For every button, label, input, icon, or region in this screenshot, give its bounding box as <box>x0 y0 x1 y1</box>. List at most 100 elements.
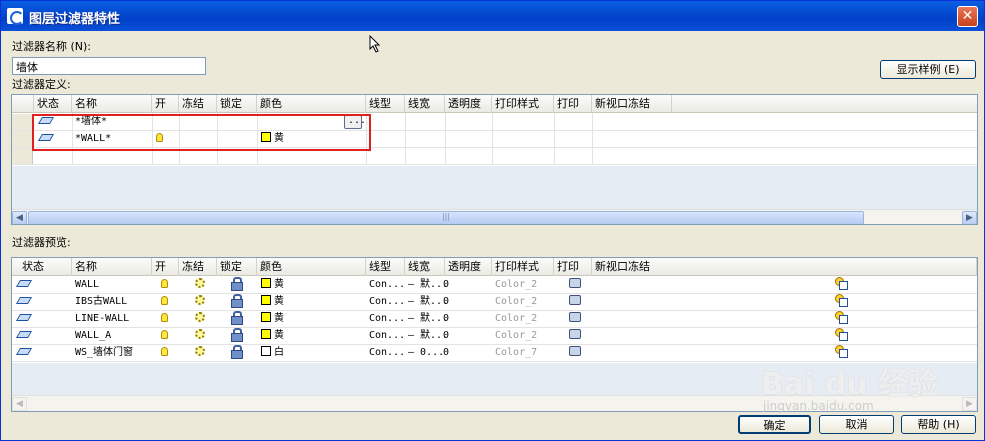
plot-style: Color_2 <box>495 296 538 307</box>
lineweight[interactable]: — 0... <box>405 345 444 361</box>
horizontal-scrollbar[interactable]: ◀ ||| ▶ <box>12 209 977 224</box>
transparency[interactable]: 0 <box>440 277 449 293</box>
col-transparency[interactable]: 透明度 <box>445 258 492 276</box>
freeze-sun-icon[interactable] <box>192 328 205 344</box>
close-button[interactable]: ✕ <box>957 6 978 27</box>
printer-icon[interactable] <box>566 328 581 344</box>
col-freeze[interactable]: 冻结 <box>179 95 217 113</box>
color-label: 白 <box>274 347 284 358</box>
on-bulb-icon[interactable] <box>158 311 168 327</box>
definition-header: 状态 名称 开 冻结 锁定 颜色 线型 线宽 透明度 打印样式 打印 新视口冻结 <box>12 95 977 113</box>
on-bulb-icon[interactable] <box>158 294 168 310</box>
preview-row[interactable]: LINE-WALL 黄 Con... — 默... 0 Color_2 <box>12 311 977 328</box>
col-color[interactable]: 颜色 <box>257 95 366 113</box>
col-lineweight[interactable]: 线宽 <box>405 95 445 113</box>
preview-header: 状态 名称 开 冻结 锁定 颜色 线型 线宽 透明度 打印样式 打印 新视口冻结 <box>12 258 977 276</box>
freeze-sun-icon[interactable] <box>192 311 205 327</box>
vp-freeze-icon[interactable] <box>832 311 848 327</box>
col-lock[interactable]: 锁定 <box>217 258 257 276</box>
freeze-sun-icon[interactable] <box>192 277 205 293</box>
col-on[interactable]: 开 <box>152 95 179 113</box>
color-cell[interactable]: 黄 <box>258 277 284 293</box>
vp-freeze-icon[interactable] <box>832 294 848 310</box>
preview-row[interactable]: WALL_A 黄 Con... — 默... 0 Color_2 <box>12 328 977 345</box>
scroll-right-button[interactable]: ▶ <box>962 397 977 411</box>
unlock-icon[interactable] <box>228 345 243 361</box>
on-bulb-icon[interactable] <box>158 345 168 361</box>
filter-definition-grid[interactable]: 状态 名称 开 冻结 锁定 颜色 线型 线宽 透明度 打印样式 打印 新视口冻结… <box>11 94 978 225</box>
transparency[interactable]: 0 <box>440 328 449 344</box>
vp-freeze-icon[interactable] <box>832 328 848 344</box>
freeze-sun-icon[interactable] <box>192 345 205 361</box>
col-lock[interactable]: 锁定 <box>217 95 257 113</box>
col-vp-freeze[interactable]: 新视口冻结 <box>592 95 672 113</box>
layer-name[interactable]: WALL_A <box>72 328 111 344</box>
layer-name[interactable]: WS_墙体门窗 <box>72 345 133 361</box>
unlock-icon[interactable] <box>228 311 243 327</box>
col-plotstyle[interactable]: 打印样式 <box>492 258 554 276</box>
preview-row[interactable]: WALL 黄 Con... — 默... 0 Color_2 <box>12 277 977 294</box>
col-on[interactable]: 开 <box>152 258 179 276</box>
cancel-button[interactable]: 取消 <box>819 415 894 434</box>
col-name[interactable]: 名称 <box>72 258 152 276</box>
linetype[interactable]: Con... <box>366 277 405 293</box>
layer-status-icon <box>12 328 33 344</box>
col-linetype[interactable]: 线型 <box>366 95 405 113</box>
printer-icon[interactable] <box>566 294 581 310</box>
watermark-url: jingyan.baidu.com <box>763 399 874 413</box>
transparency[interactable]: 0 <box>440 311 449 327</box>
color-cell[interactable]: 黄 <box>258 328 284 344</box>
col-lineweight[interactable]: 线宽 <box>405 258 445 276</box>
show-example-button[interactable]: 显示样例 (E) <box>880 60 976 79</box>
ok-button[interactable]: 确定 <box>738 415 811 434</box>
unlock-icon[interactable] <box>228 328 243 344</box>
col-transparency[interactable]: 透明度 <box>445 95 492 113</box>
scroll-left-button[interactable]: ◀ <box>12 397 27 411</box>
vp-freeze-icon[interactable] <box>832 277 848 293</box>
on-bulb-icon[interactable] <box>158 328 168 344</box>
color-cell[interactable]: 白 <box>258 345 284 361</box>
layer-filter-properties-dialog: 图层过滤器特性 ✕ 过滤器名称 (N): 墙体 显示样例 (E) 过滤器定义: … <box>0 0 985 441</box>
transparency[interactable]: 0 <box>440 294 449 310</box>
color-swatch <box>261 278 271 288</box>
scroll-left-button[interactable]: ◀ <box>12 211 27 224</box>
layer-name[interactable]: LINE-WALL <box>72 311 129 327</box>
unlock-icon[interactable] <box>228 277 243 293</box>
scroll-right-button[interactable]: ▶ <box>962 211 977 224</box>
window-title: 图层过滤器特性 <box>29 12 121 27</box>
linetype[interactable]: Con... <box>366 345 405 361</box>
help-button[interactable]: 帮助 (H) <box>901 415 976 434</box>
unlock-icon[interactable] <box>228 294 243 310</box>
col-status[interactable]: 状态 <box>12 258 72 276</box>
layer-status-icon <box>12 311 33 327</box>
filter-definition-label: 过滤器定义: <box>12 78 71 91</box>
col-plot[interactable]: 打印 <box>554 95 592 113</box>
filter-name-label: 过滤器名称 (N): <box>12 40 92 53</box>
freeze-sun-icon[interactable] <box>192 294 205 310</box>
filter-name-input[interactable]: 墙体 <box>12 57 206 75</box>
layer-status-icon <box>12 277 33 293</box>
col-status[interactable]: 状态 <box>34 95 72 113</box>
linetype[interactable]: Con... <box>366 311 405 327</box>
printer-icon[interactable] <box>566 277 581 293</box>
color-cell[interactable]: 黄 <box>258 311 284 327</box>
printer-icon[interactable] <box>566 345 581 361</box>
on-bulb-icon[interactable] <box>158 277 168 293</box>
linetype[interactable]: Con... <box>366 294 405 310</box>
printer-icon[interactable] <box>566 311 581 327</box>
transparency[interactable]: 0 <box>440 345 449 361</box>
color-cell[interactable]: 黄 <box>258 294 284 310</box>
linetype[interactable]: Con... <box>366 328 405 344</box>
layer-name[interactable]: IBS古WALL <box>72 294 127 310</box>
scroll-thumb[interactable]: ||| <box>28 211 864 224</box>
title-bar: 图层过滤器特性 ✕ <box>1 1 984 31</box>
col-name[interactable]: 名称 <box>72 95 152 113</box>
col-plotstyle[interactable]: 打印样式 <box>492 95 554 113</box>
preview-row[interactable]: IBS古WALL 黄 Con... — 默... 0 Color_2 <box>12 294 977 311</box>
col-plot[interactable]: 打印 <box>554 258 592 276</box>
col-freeze[interactable]: 冻结 <box>179 258 217 276</box>
layer-name[interactable]: WALL <box>72 277 99 293</box>
col-linetype[interactable]: 线型 <box>366 258 405 276</box>
col-color[interactable]: 颜色 <box>257 258 366 276</box>
col-vp-freeze[interactable]: 新视口冻结 <box>592 258 977 276</box>
